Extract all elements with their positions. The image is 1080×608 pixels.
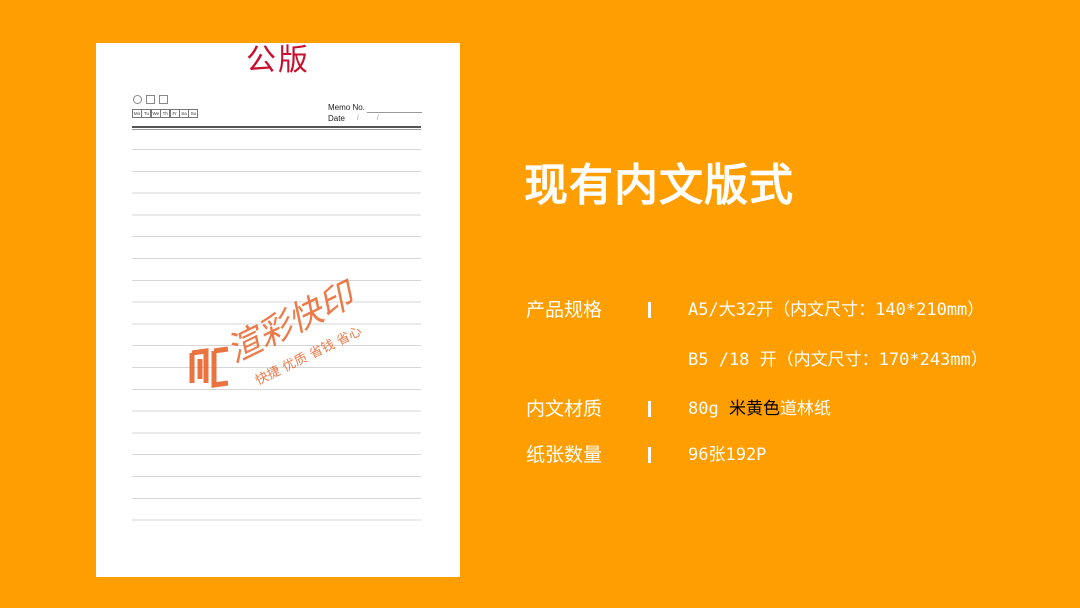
- weather-cloud-icon: [146, 95, 155, 104]
- spec-value: B5 /18 开（内文尺寸：170*243mm）: [688, 350, 988, 370]
- notebook-page-preview: 公版 Mo Tu We Th Fr Sa Su Memo No. Date / …: [96, 43, 460, 577]
- header-rule-thin: [132, 129, 421, 130]
- spec-value: 96张192P: [688, 445, 767, 465]
- section-title: 现有内文版式: [524, 160, 794, 211]
- ruled-lines: [132, 149, 421, 541]
- memo-label: Memo No.: [328, 103, 365, 112]
- date-slashes: / /: [356, 115, 379, 122]
- spec-value: A5/大32开（内文尺寸：140*210mm）: [688, 300, 985, 320]
- page-title: 公版: [246, 43, 310, 78]
- weekday-su: Su: [188, 109, 199, 118]
- spec-label: 产品规格: [526, 299, 603, 321]
- spec-divider: [648, 401, 651, 417]
- spec-value: 80g 米黄色道林纸: [688, 397, 831, 421]
- spec-label: 内文材质: [526, 398, 603, 420]
- spec-value-highlight: 米黄色: [728, 399, 780, 419]
- weather-sun-icon: [133, 95, 142, 104]
- spec-divider: [648, 302, 651, 318]
- header-icons: [133, 95, 168, 104]
- spec-value-suffix: 道林纸: [779, 399, 831, 419]
- weather-rain-icon: [159, 95, 168, 104]
- spec-divider: [648, 447, 651, 463]
- memo-block: Memo No. Date / /: [328, 102, 422, 124]
- header-rule: [132, 126, 421, 128]
- weekday-boxes: Mo Tu We Th Fr Sa Su: [132, 109, 199, 118]
- memo-line: [366, 104, 422, 113]
- spec-label: 纸张数量: [526, 444, 603, 466]
- spec-value-prefix: 80g: [688, 399, 729, 419]
- date-label: Date: [328, 114, 345, 123]
